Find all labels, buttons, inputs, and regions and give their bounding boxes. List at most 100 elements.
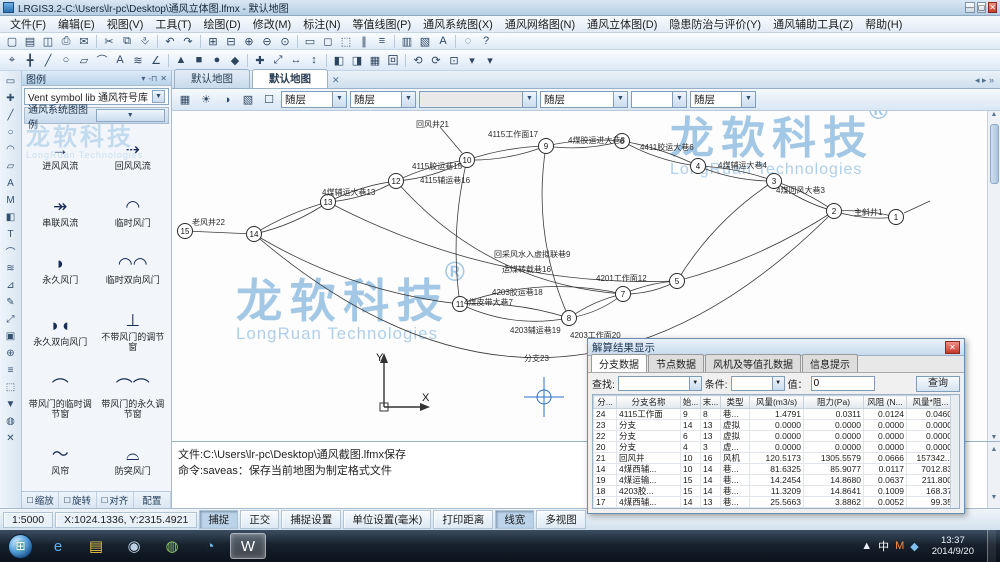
tool-main-icon-20[interactable]: ◻ [319, 34, 337, 49]
dialog-close-icon[interactable]: ✕ [945, 341, 960, 354]
tool-second-icon-18[interactable]: ↕ [305, 53, 323, 68]
column-header-8[interactable]: 风量*阻... [907, 396, 955, 409]
draw-tool-icon-21[interactable]: ✕ [2, 430, 20, 447]
menu-编辑(E)[interactable]: 编辑(E) [52, 15, 101, 33]
branch-edge-14-13[interactable] [254, 202, 328, 234]
tool-main-icon-26[interactable]: ▧ [416, 34, 434, 49]
taskbar-file-explorer[interactable]: ▤ [78, 533, 114, 559]
chevron-down-icon[interactable]: ▼ [152, 90, 165, 103]
query-button[interactable]: 查询 [916, 376, 960, 392]
dialog-tab-信息提示[interactable]: 信息提示 [802, 354, 858, 372]
tool-second-icon-6[interactable]: A [111, 53, 129, 68]
scrollbar-thumb[interactable] [990, 124, 999, 184]
column-header-7[interactable]: 风阻 (N... [864, 396, 907, 409]
tool-second-icon-5[interactable]: ⌒ [93, 53, 111, 68]
chevron-down-icon[interactable]: ▼ [672, 92, 686, 107]
tool-second-icon-3[interactable]: ○ [57, 53, 75, 68]
status-捕捉设置[interactable]: 捕捉设置 [281, 510, 341, 529]
tool-main-icon-17[interactable]: ⊙ [276, 34, 294, 49]
draw-tool-icon-1[interactable]: ✚ [2, 90, 20, 107]
draw-tool-icon-2[interactable]: ╱ [2, 107, 20, 124]
tool-second-icon-2[interactable]: ╱ [39, 53, 57, 68]
legend-footer-配置[interactable]: 配置 [134, 492, 171, 508]
layer-combo-2[interactable]: ▼ [419, 91, 537, 108]
tool-main-icon-8[interactable]: ⎀ [136, 34, 154, 49]
table-row[interactable]: 174煤西辅...1413巷...25.56633.88620.005299.3… [594, 497, 955, 508]
tool-main-icon-19[interactable]: ▭ [301, 34, 319, 49]
layer-combo-5[interactable]: 随层▼ [690, 91, 756, 108]
graph-node-2[interactable]: 2 [827, 204, 842, 219]
tool-main-icon-23[interactable]: ≡ [373, 34, 391, 49]
legend-footer-缩放[interactable]: ☐缩放 [22, 492, 59, 508]
menu-标注(N)[interactable]: 标注(N) [297, 15, 346, 33]
tool-main-icon-30[interactable]: ? [477, 34, 495, 49]
status-正交[interactable]: 正交 [240, 510, 279, 529]
layer-tool-icon-3[interactable]: ▧ [239, 92, 257, 107]
draw-tool-icon-16[interactable]: ⊕ [2, 345, 20, 362]
draw-tool-icon-9[interactable]: T [2, 226, 20, 243]
chevron-down-icon[interactable]: ▼ [332, 92, 346, 107]
draw-tool-icon-6[interactable]: A [2, 175, 20, 192]
branch-edge-10-9[interactable] [467, 146, 546, 160]
search-value-input[interactable] [811, 376, 875, 391]
tool-second-icon-26[interactable]: ⟳ [427, 53, 445, 68]
tool-second-icon-1[interactable]: ╋ [21, 53, 39, 68]
chevron-down-icon[interactable]: ▼ [613, 92, 627, 107]
graph-node-14[interactable]: 14 [247, 227, 262, 242]
taskbar-internet-explorer[interactable]: e [40, 533, 76, 559]
status-线宽[interactable]: 线宽 [495, 510, 534, 529]
menu-通风辅助工具(Z)[interactable]: 通风辅助工具(Z) [767, 15, 859, 33]
chevron-down-icon[interactable]: ▼ [772, 377, 784, 390]
layer-combo-1[interactable]: 随层▼ [350, 91, 416, 108]
legend-item-串联风流[interactable]: ↠串联风流 [24, 193, 97, 231]
tool-second-icon-12[interactable]: ● [208, 53, 226, 68]
tool-second-icon-21[interactable]: ◨ [348, 53, 366, 68]
column-header-6[interactable]: 阻力(Pa) [804, 396, 864, 409]
draw-tool-icon-0[interactable]: ▭ [2, 73, 20, 90]
legend-item-不带风门的调节窗[interactable]: ⊥不带风门的调节窗 [97, 307, 170, 355]
tool-second-icon-22[interactable]: ▦ [366, 53, 384, 68]
dialog-tab-风机及等值孔数据[interactable]: 风机及等值孔数据 [705, 354, 801, 372]
draw-tool-icon-7[interactable]: M [2, 192, 20, 209]
draw-tool-icon-10[interactable]: ⌒ [2, 243, 20, 260]
show-hidden-icons-icon[interactable]: ▲ [861, 540, 872, 552]
branch-edge-10-9[interactable] [467, 146, 546, 160]
column-header-2[interactable]: 始... [681, 396, 701, 409]
branch-edge-8-7[interactable] [569, 294, 623, 318]
layer-tool-icon-4[interactable]: ☐ [260, 92, 278, 107]
legend-footer-对齐[interactable]: ☐对齐 [97, 492, 134, 508]
table-row[interactable]: 23分支1413虚拟0.00000.00000.00000.0000 [594, 420, 955, 431]
menu-绘图(D)[interactable]: 绘图(D) [197, 15, 246, 33]
draw-tool-icon-8[interactable]: ◧ [2, 209, 20, 226]
taskbar-browser[interactable]: ◍ [154, 533, 190, 559]
chevron-down-icon[interactable]: ▼ [689, 377, 701, 390]
draw-tool-icon-20[interactable]: ◍ [2, 413, 20, 430]
column-header-5[interactable]: 风量(m3/s) [750, 396, 804, 409]
tool-main-icon-11[interactable]: ↷ [179, 34, 197, 49]
layer-combo-0[interactable]: 随层▼ [281, 91, 347, 108]
tool-main-icon-13[interactable]: ⊞ [204, 34, 222, 49]
status-捕捉[interactable]: 捕捉 [199, 510, 238, 529]
show-desktop-button[interactable] [987, 530, 996, 562]
tool-main-icon-6[interactable]: ✂ [100, 34, 118, 49]
graph-node-15[interactable]: 15 [178, 224, 193, 239]
draw-tool-icon-4[interactable]: ◠ [2, 141, 20, 158]
menu-修改(M)[interactable]: 修改(M) [247, 15, 298, 33]
checkbox-icon[interactable]: ☐ [101, 496, 108, 505]
legend-footer-旋转[interactable]: ☐旋转 [59, 492, 96, 508]
taskbar-clock[interactable]: 13:37 2014/9/20 [924, 535, 982, 557]
menu-工具(T)[interactable]: 工具(T) [149, 15, 197, 33]
tool-main-icon-2[interactable]: ◫ [39, 34, 57, 49]
minimize-button[interactable]: — [965, 2, 975, 13]
legend-item-临时双向风门[interactable]: ◠◠临时双向风门 [97, 250, 170, 288]
chevron-down-icon[interactable]: ▼ [741, 92, 755, 107]
table-vertical-scrollbar[interactable] [950, 395, 959, 508]
branch-edge-15-14[interactable] [185, 231, 254, 234]
legend-item-带风门的临时调节窗[interactable]: ⌒带风门的临时调节窗 [24, 374, 97, 422]
table-row[interactable]: 22分支613虚拟0.00000.00000.00000.0000 [594, 431, 955, 442]
layer-tool-icon-2[interactable]: ◑ [218, 92, 236, 107]
menu-等值线图(P)[interactable]: 等值线图(P) [347, 15, 418, 33]
chevron-down-icon[interactable]: ▼ [522, 92, 536, 107]
tool-main-icon-4[interactable]: ✉ [75, 34, 93, 49]
command-scrollbar[interactable]: ▲▼ [987, 442, 1000, 508]
